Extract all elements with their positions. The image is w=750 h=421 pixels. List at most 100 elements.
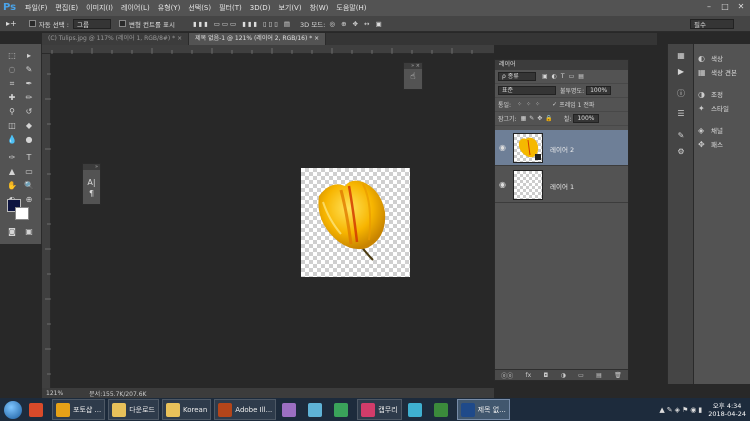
zoom-level[interactable]: 121% [46,390,63,397]
maximize-button[interactable]: □ [718,1,732,13]
blend-mode-dropdown[interactable]: 표준 [498,86,556,95]
properties-icon[interactable]: ☰ [674,108,688,120]
add-mask-icon[interactable]: ◘ [544,372,549,379]
menu-help[interactable]: 도움말(H) [336,3,366,13]
menu-view[interactable]: 보기(V) [278,3,301,13]
taskbar-item-illustrator[interactable]: Adobe Ill... [214,399,277,420]
taskbar-item-downloads[interactable]: 다운로드 [108,399,159,420]
trash-icon[interactable]: 🗑 [614,372,622,379]
filter-icons[interactable]: ▣◐T▭▤ [542,73,588,80]
panel-paths[interactable]: ✥ 패스 [698,138,723,150]
marquee-tool-icon[interactable]: ⬚ [5,50,19,62]
opacity-input[interactable]: 100% [586,86,612,95]
panel-styles[interactable]: ✦ 스타일 [698,102,729,114]
visibility-eye-icon[interactable]: ◉ [499,143,509,153]
tab-close-icon[interactable]: × [177,35,182,42]
healing-tool-icon[interactable]: ✚ [5,92,19,104]
quick-mask-icon[interactable]: ◙ [5,226,19,238]
taskbar-item-evernote[interactable] [331,399,354,420]
minimize-button[interactable]: – [702,1,716,13]
layer-row-1[interactable]: ◉ 레이어 1 [495,167,628,203]
background-color-swatch[interactable] [15,207,29,220]
fx-icon[interactable]: fx [526,372,532,379]
menu-layer[interactable]: 레이어(L) [121,3,150,13]
menu-edit[interactable]: 편집(E) [55,3,78,13]
panel-collapse-icon[interactable]: » [83,164,100,170]
brush-preset-icon[interactable]: ✎ [674,130,688,142]
start-button[interactable] [0,399,26,421]
canvas-area[interactable] [51,54,494,388]
clock[interactable]: 오후 4:34 2018-04-24 [708,402,746,418]
panel-channels[interactable]: ◈ 채널 [698,124,723,136]
tab-tulips[interactable]: (C) Tulips.jpg @ 117% (레이어 1, RGB/8#) * … [42,33,190,45]
lasso-tool-icon[interactable]: ◌ [5,64,19,76]
auto-select-checkbox[interactable] [28,20,36,27]
brush-tool-icon[interactable]: ✏ [22,92,36,104]
tab-close-icon[interactable]: × [314,35,319,42]
taskbar-item[interactable] [26,399,49,420]
tray-icons[interactable]: ▲✎◈⚑◉▮ [659,406,704,414]
new-layer-icon[interactable]: ▤ [596,372,602,379]
menu-image[interactable]: 이미지(I) [86,3,113,13]
menu-file[interactable]: 파일(F) [25,3,47,13]
history-icon[interactable]: ▦ [674,50,688,62]
taskbar-item-chrome[interactable]: 포토샵 ... [52,399,106,420]
lock-icons[interactable]: ▦✎✥🔒 [521,115,556,122]
taskbar-item[interactable] [279,399,302,420]
menu-type[interactable]: 유형(Y) [158,3,181,13]
paragraph-icon[interactable]: ¶ [83,189,100,198]
path-select-tool-icon[interactable]: ▲ [5,166,19,178]
panel-collapse-icon[interactable]: » × [404,63,422,69]
taskbar-item-photoshop[interactable]: 제목 없... [456,399,510,420]
blur-tool-icon[interactable]: 💧 [5,134,19,146]
menu-window[interactable]: 창(W) [310,3,329,13]
close-button[interactable]: ✕ [734,1,748,13]
paint-bucket-tool-icon[interactable]: ◆ [22,120,36,132]
panel-adjustments[interactable]: ◑ 조정 [698,88,723,100]
workspace-dropdown[interactable]: 필수 [690,19,734,29]
propagate-checkbox[interactable]: ✓ [552,101,557,108]
align-icons[interactable]: ▮▮▮ ▭▭▭ ▮▮▮ ▯▯▯ ▤ [193,20,292,28]
adjustment-layer-icon[interactable]: ◑ [561,372,566,379]
auto-select-dropdown[interactable]: 그룹 [72,18,111,29]
screen-mode-icon[interactable]: ▣ [22,226,36,238]
visibility-eye-icon[interactable]: ◉ [499,180,509,190]
fill-input[interactable]: 100% [573,114,599,123]
pen-tool-icon[interactable]: ✑ [5,152,19,164]
taskbar-item-korean[interactable]: Korean [162,399,212,420]
move-tool-icon[interactable]: ▸ [22,50,36,62]
layer-row-2[interactable]: ◉ 레이어 2 [495,130,628,166]
unify-icons[interactable]: ⁘⁘⁘ [517,101,544,108]
menu-select[interactable]: 선택(S) [188,3,211,13]
character-icon[interactable]: A| [83,178,100,187]
history-brush-tool-icon[interactable]: ↺ [22,106,36,118]
move-tool-icon[interactable]: ▸+ [6,19,17,28]
tab-untitled[interactable]: 제목 없음-1 @ 121% (레이어 2, RGB/16) * × [189,33,327,45]
kind-filter-dropdown[interactable]: ρ 종류 [498,72,536,81]
taskbar-item-capture[interactable]: 캡무리 [357,399,402,420]
menu-3d[interactable]: 3D(D) [250,4,271,12]
hand-tool-icon[interactable]: ✋ [5,180,19,192]
link-layers-icon[interactable]: ⓞⓞ [501,371,513,380]
panel-color[interactable]: ◐ 색상 [698,52,723,64]
menu-filter[interactable]: 필터(T) [219,3,242,13]
layers-tab[interactable]: 레이어 [495,60,628,70]
info-icon[interactable]: ⓘ [674,88,688,100]
show-transform-checkbox[interactable] [118,20,126,27]
eyedropper-tool-icon[interactable]: ✒ [22,78,36,90]
taskbar-item-utorrent[interactable] [431,399,454,420]
taskbar-item[interactable] [305,399,328,420]
taskbar-item[interactable] [405,399,428,420]
eraser-tool-icon[interactable]: ◫ [5,120,19,132]
crop-tool-icon[interactable]: ⌗ [5,78,19,90]
stamp-tool-icon[interactable]: ⚲ [5,106,19,118]
new-group-icon[interactable]: ▭ [578,372,584,379]
3d-pan-tool-icon[interactable]: ⊕ [22,194,36,206]
tool-preset-icon[interactable]: ☝ [404,72,422,82]
shape-tool-icon[interactable]: ▭ [22,166,36,178]
zoom-tool-icon[interactable]: 🔍 [22,180,36,192]
quick-select-tool-icon[interactable]: ✎ [22,64,36,76]
panel-swatches[interactable]: ▦ 색상 견본 [698,66,737,78]
clone-source-icon[interactable]: ⚙ [674,146,688,158]
document-canvas[interactable] [301,168,410,277]
